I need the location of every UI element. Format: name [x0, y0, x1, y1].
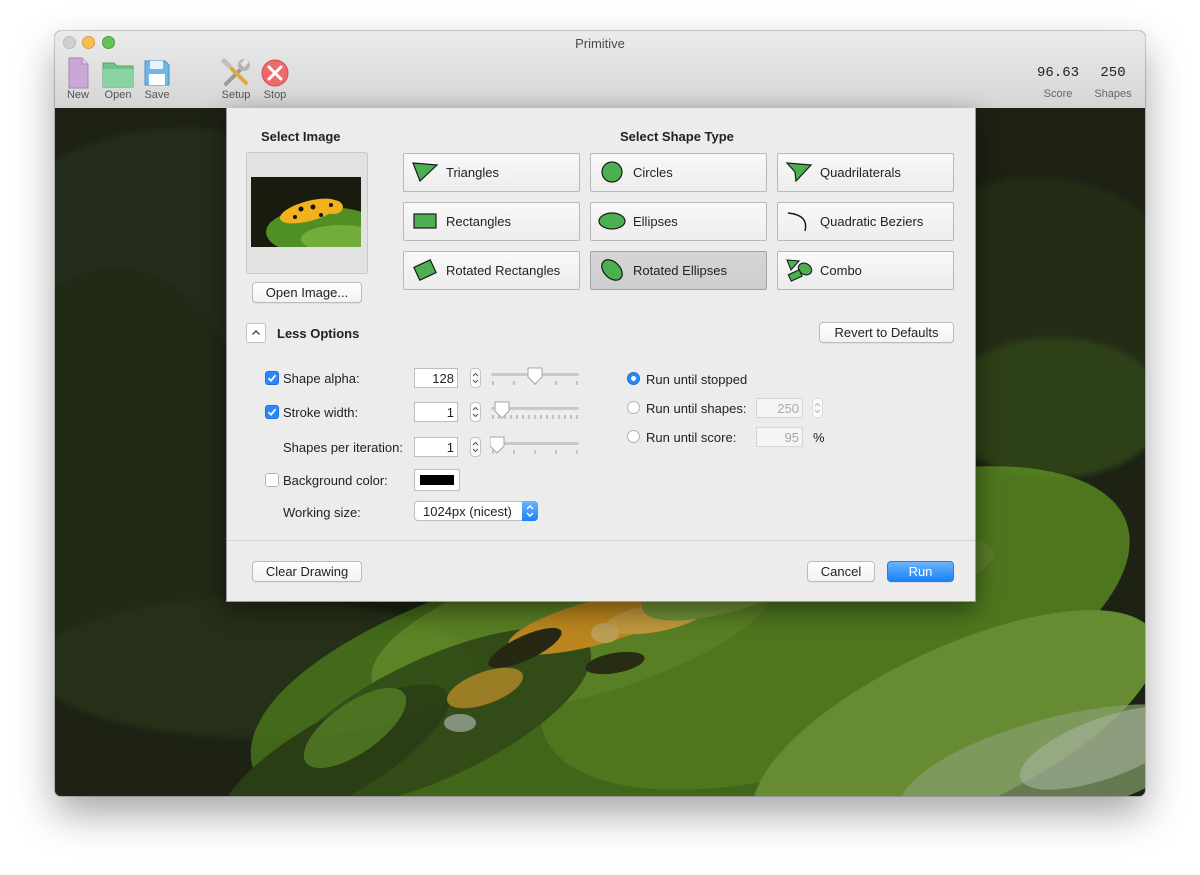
select-image-header: Select Image — [261, 129, 341, 144]
frog-preview-image — [251, 177, 361, 247]
stop-button[interactable]: Stop — [252, 57, 298, 101]
window-title: Primitive — [575, 36, 625, 51]
stop-label: Stop — [263, 89, 287, 101]
settings-sheet: Select Image Open Image... Select Shape … — [226, 108, 976, 602]
revert-defaults-button[interactable]: Revert to Defaults — [819, 322, 954, 343]
shape-label: Quadratic Beziers — [820, 214, 924, 229]
shapes-per-iteration-field[interactable]: 1 — [414, 437, 458, 457]
stepper-arrows-icon — [472, 441, 479, 453]
rotated-ellipse-icon — [601, 259, 623, 281]
score-label: Score — [1043, 88, 1073, 100]
run-until-shapes-field[interactable]: 250 — [756, 398, 803, 418]
score-value: 96.63 — [1036, 65, 1079, 81]
combo-shapes-icon — [786, 259, 813, 282]
background-color-label: Background color: — [283, 473, 388, 488]
shape-rotated-ellipses-button[interactable]: Rotated Ellipses — [590, 251, 767, 290]
floppy-disk-icon — [144, 60, 170, 86]
run-until-shapes-stepper[interactable] — [812, 398, 823, 418]
save-button[interactable]: Save — [134, 57, 180, 101]
stroke-width-slider[interactable] — [490, 399, 580, 423]
shape-rectangles-button[interactable]: Rectangles — [403, 202, 580, 241]
shape-label: Circles — [633, 165, 673, 180]
stop-x-icon — [261, 59, 289, 87]
run-until-shapes-radio[interactable] — [627, 401, 640, 414]
shape-combo-button[interactable]: Combo — [777, 251, 954, 290]
color-swatch — [420, 475, 454, 485]
background-color-checkbox[interactable] — [265, 473, 279, 487]
rotated-rectangle-icon — [413, 259, 437, 281]
shape-label: Combo — [820, 263, 862, 278]
shape-label: Rotated Ellipses — [633, 263, 727, 278]
app-window: Primitive New Open Save Setup Stop 96.63… — [55, 31, 1145, 796]
checkmark-icon — [267, 408, 277, 416]
percent-label: % — [813, 430, 825, 445]
background-color-well[interactable] — [414, 469, 460, 491]
stepper-arrows-icon — [472, 372, 479, 384]
tools-icon — [221, 58, 250, 86]
working-size-popup[interactable]: 1024px (nicest) — [414, 501, 538, 521]
stepper-arrows-icon — [472, 406, 479, 418]
run-until-score-radio[interactable] — [627, 430, 640, 443]
working-size-label: Working size: — [283, 505, 361, 520]
shape-alpha-slider[interactable] — [490, 365, 580, 389]
rectangle-icon — [413, 213, 437, 229]
select-shape-type-header: Select Shape Type — [620, 129, 734, 144]
shape-label: Ellipses — [633, 214, 678, 229]
image-preview-well[interactable] — [246, 152, 368, 274]
chevron-updown-icon — [526, 505, 534, 517]
footer-separator — [227, 540, 975, 541]
quadrilateral-icon — [785, 162, 813, 183]
less-options-label: Less Options — [277, 326, 360, 341]
shapes-per-iteration-stepper[interactable] — [470, 437, 481, 457]
shapes-display: 250 Shapes — [1090, 65, 1136, 100]
shape-quadrilaterals-button[interactable]: Quadrilaterals — [777, 153, 954, 192]
run-until-shapes-label: Run until shapes: — [646, 401, 747, 416]
shape-alpha-field[interactable]: 128 — [414, 368, 458, 388]
shape-alpha-label: Shape alpha: — [283, 371, 360, 386]
triangle-icon — [412, 162, 439, 183]
new-document-icon — [68, 57, 89, 89]
shape-quadratic-beziers-button[interactable]: Quadratic Beziers — [777, 202, 954, 241]
stroke-width-label: Stroke width: — [283, 405, 359, 420]
open-image-button[interactable]: Open Image... — [252, 282, 362, 303]
clear-drawing-button[interactable]: Clear Drawing — [252, 561, 362, 582]
stroke-width-field[interactable]: 1 — [414, 402, 458, 422]
run-until-score-field[interactable]: 95 — [756, 427, 803, 447]
shapes-value: 250 — [1100, 65, 1126, 81]
shape-label: Rectangles — [446, 214, 512, 229]
chevron-up-icon — [252, 330, 260, 335]
shape-label: Triangles — [446, 165, 499, 180]
cancel-button[interactable]: Cancel — [807, 561, 875, 582]
score-display: 96.63 Score — [1033, 65, 1083, 100]
stroke-width-stepper[interactable] — [470, 402, 481, 422]
run-until-stopped-label: Run until stopped — [646, 372, 748, 387]
shape-rotated-rectangles-button[interactable]: Rotated Rectangles — [403, 251, 580, 290]
shape-circles-button[interactable]: Circles — [590, 153, 767, 192]
folder-icon — [102, 62, 134, 88]
shapes-per-iteration-label: Shapes per iteration: — [283, 440, 403, 455]
shape-alpha-checkbox[interactable] — [265, 371, 279, 385]
popup-arrow — [522, 501, 538, 521]
options-disclosure-button[interactable] — [246, 323, 266, 343]
run-until-score-label: Run until score: — [646, 430, 737, 445]
run-button[interactable]: Run — [887, 561, 954, 582]
stroke-width-checkbox[interactable] — [265, 405, 279, 419]
shapes-per-iteration-slider[interactable] — [490, 434, 580, 458]
stepper-arrows-icon — [814, 402, 821, 414]
shape-triangles-button[interactable]: Triangles — [403, 153, 580, 192]
circle-icon — [601, 161, 623, 183]
shape-alpha-stepper[interactable] — [470, 368, 481, 388]
shape-label: Rotated Rectangles — [446, 263, 561, 278]
working-size-value: 1024px (nicest) — [423, 504, 512, 519]
title-bar: Primitive New Open Save Setup Stop 96.63… — [55, 31, 1145, 109]
checkmark-icon — [267, 374, 277, 382]
shapes-label: Shapes — [1094, 88, 1132, 100]
bezier-curve-icon — [787, 212, 807, 232]
ellipse-icon — [598, 212, 626, 230]
shape-ellipses-button[interactable]: Ellipses — [590, 202, 767, 241]
save-label: Save — [144, 89, 170, 101]
shape-label: Quadrilaterals — [820, 165, 901, 180]
run-until-stopped-radio[interactable] — [627, 372, 640, 385]
